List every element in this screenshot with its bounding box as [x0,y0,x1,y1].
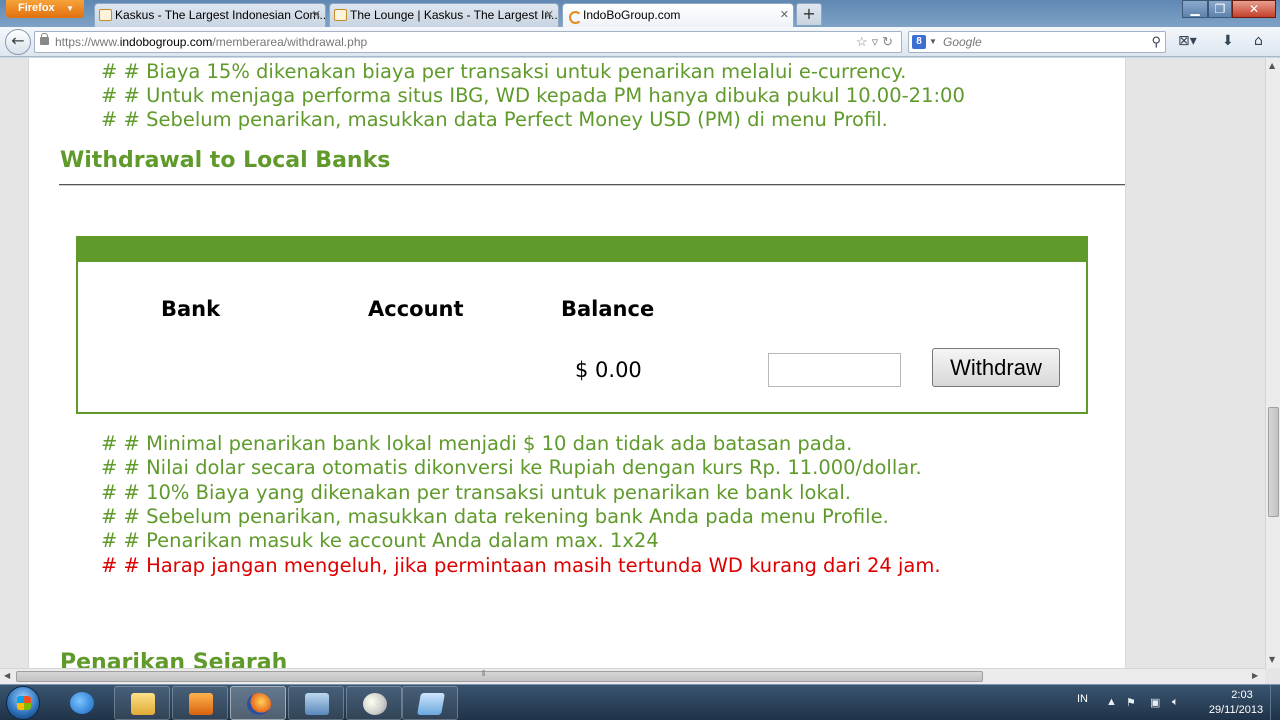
tab-title: IndoBoGroup.com [583,8,681,22]
reload-icon[interactable]: ↻ [882,34,897,49]
network-icon[interactable]: ▣ [1150,696,1160,709]
taskbar-windows-explorer[interactable] [114,686,170,720]
scroll-right-icon[interactable]: ▶ [1252,671,1258,680]
firefox-menu-label: Firefox [18,2,55,14]
ecurrency-note: # # Sebelum penarikan, masukkan data Per… [101,108,888,131]
scroll-grip-icon: ⦀ [482,669,486,678]
tab-title: Kaskus - The Largest Indonesian Com... [115,8,326,22]
local-bank-withdraw-table: Bank Account Balance $ 0.00 Withdraw [76,236,1088,414]
vertical-scrollbar[interactable]: ▲ ▼ [1265,58,1280,668]
bank-note: # # Nilai dolar secara otomatis dikonver… [101,456,922,479]
paint-palette-icon [363,693,387,715]
tab-title: The Lounge | Kaskus - The Largest In... [350,8,559,22]
tab-the-lounge[interactable]: The Lounge | Kaskus - The Largest In... … [329,3,559,27]
url-prefix: https://www. [55,35,120,49]
horizontal-scroll-thumb[interactable] [16,671,983,682]
content-panel: # # Biaya 15% dikenakan biaya per transa… [28,58,1126,668]
lock-icon [40,33,49,45]
withdraw-amount-input[interactable] [768,353,901,387]
tab-kaskus[interactable]: Kaskus - The Largest Indonesian Com... ✕ [94,3,326,27]
minimize-window-button[interactable]: ▁ [1182,0,1208,18]
search-placeholder: Google [943,35,982,49]
vertical-scroll-thumb[interactable] [1268,407,1279,517]
close-tab-icon[interactable]: ✕ [312,4,321,26]
taskbar-remote-desktop[interactable] [288,686,344,720]
scroll-down-icon[interactable]: ▼ [1269,655,1275,664]
bank-note: # # Minimal penarikan bank lokal menjadi… [101,432,853,455]
browser-tab-strip: Firefox ▼ Kaskus - The Largest Indonesia… [0,0,1280,28]
internet-explorer-icon [70,692,94,714]
bank-note: # # 10% Biaya yang dikenakan per transak… [101,481,851,504]
account-column-header: Account [368,297,464,321]
horizontal-scrollbar[interactable]: ◀ ⦀ ▶ [0,668,1265,684]
downloads-icon[interactable]: ⬇ [1222,33,1234,49]
volume-icon[interactable]: 🔈︎ [1172,696,1179,709]
remote-desktop-icon [305,693,329,715]
close-tab-icon[interactable]: ✕ [545,4,554,26]
windows-taskbar: IN ▲ ⚑ ▣ 🔈︎ 2:03 29/11/2013 [0,684,1280,720]
search-icon[interactable]: ⚲ [1151,32,1161,52]
scroll-up-icon[interactable]: ▲ [1269,61,1275,70]
ecurrency-note: # # Biaya 15% dikenakan biaya per transa… [101,60,907,83]
addon-bar-icon[interactable]: ⊠▾ [1178,33,1197,49]
history-dropdown-icon[interactable]: ▿ [872,34,883,49]
bank-column-header: Bank [161,297,221,321]
taskbar-firefox[interactable] [230,686,286,720]
media-player-icon [189,693,213,715]
home-icon[interactable]: ⌂ [1254,33,1263,49]
scroll-left-icon[interactable]: ◀ [4,671,10,680]
withdraw-button[interactable]: Withdraw [932,348,1060,387]
search-bar[interactable]: 8 ▼ Google ⚲ [908,31,1166,53]
page-viewport: # # Biaya 15% dikenakan biaya per transa… [0,58,1280,684]
app-icon [417,693,445,715]
taskbar-internet-explorer[interactable] [54,686,110,720]
clock-date[interactable]: 29/11/2013 [1196,704,1276,716]
back-arrow-icon: ← [11,31,25,50]
balance-column-header: Balance [561,297,655,321]
chevron-down-icon: ▼ [66,4,74,13]
kaskus-favicon-icon [334,9,347,21]
input-language[interactable]: IN [1077,693,1088,705]
folder-icon [131,693,155,715]
new-tab-button[interactable]: + [796,3,822,25]
restore-window-button[interactable]: ❐ [1208,0,1232,18]
kaskus-favicon-icon [99,9,112,21]
clock-time[interactable]: 2:03 [1210,689,1274,701]
engine-dropdown-icon[interactable]: ▼ [929,32,937,52]
bookmark-star-icon[interactable]: ☆ [856,34,872,49]
address-bar[interactable]: https://www.indobogroup.com/memberarea/w… [34,31,902,53]
tab-indobogroup[interactable]: IndoBoGroup.com ✕ [562,3,794,28]
start-button[interactable] [6,686,40,720]
section-divider [59,184,1125,186]
table-header-bar [78,238,1086,262]
close-icon: ✕ [1248,2,1260,16]
action-center-flag-icon[interactable]: ⚑ [1126,696,1136,709]
firefox-menu-button[interactable]: Firefox ▼ [6,0,84,18]
taskbar-media-player[interactable] [172,686,228,720]
url-path: /memberarea/withdrawal.php [212,35,368,49]
show-desktop-button[interactable] [1270,685,1280,720]
indobogroup-favicon-icon [567,9,582,24]
bank-note: # # Penarikan masuk ke account Anda dala… [101,529,659,552]
close-window-button[interactable]: ✕ [1232,0,1276,18]
system-tray: IN ▲ ⚑ ▣ 🔈︎ 2:03 29/11/2013 [1070,685,1280,720]
withdrawal-history-title: Penarikan Sejarah [60,650,288,668]
local-banks-title: Withdrawal to Local Banks [60,148,391,173]
taskbar-app[interactable] [402,686,458,720]
back-button[interactable]: ← [5,29,31,55]
taskbar-paint[interactable] [346,686,402,720]
warning-note: # # Harap jangan mengeluh, jika perminta… [101,554,941,577]
bank-note: # # Sebelum penarikan, masukkan data rek… [101,505,889,528]
minimize-icon: ▁ [1190,2,1200,16]
close-tab-icon[interactable]: ✕ [780,4,789,26]
restore-icon: ❐ [1214,2,1226,16]
navigation-toolbar: ← https://www.indobogroup.com/memberarea… [0,27,1280,57]
balance-value: $ 0.00 [575,358,642,382]
url-domain: indobogroup.com [119,35,213,49]
google-engine-icon[interactable]: 8 [912,35,926,49]
firefox-icon [247,693,271,715]
ecurrency-note: # # Untuk menjaga performa situs IBG, WD… [101,84,965,107]
show-hidden-icons-icon[interactable]: ▲ [1106,696,1117,708]
